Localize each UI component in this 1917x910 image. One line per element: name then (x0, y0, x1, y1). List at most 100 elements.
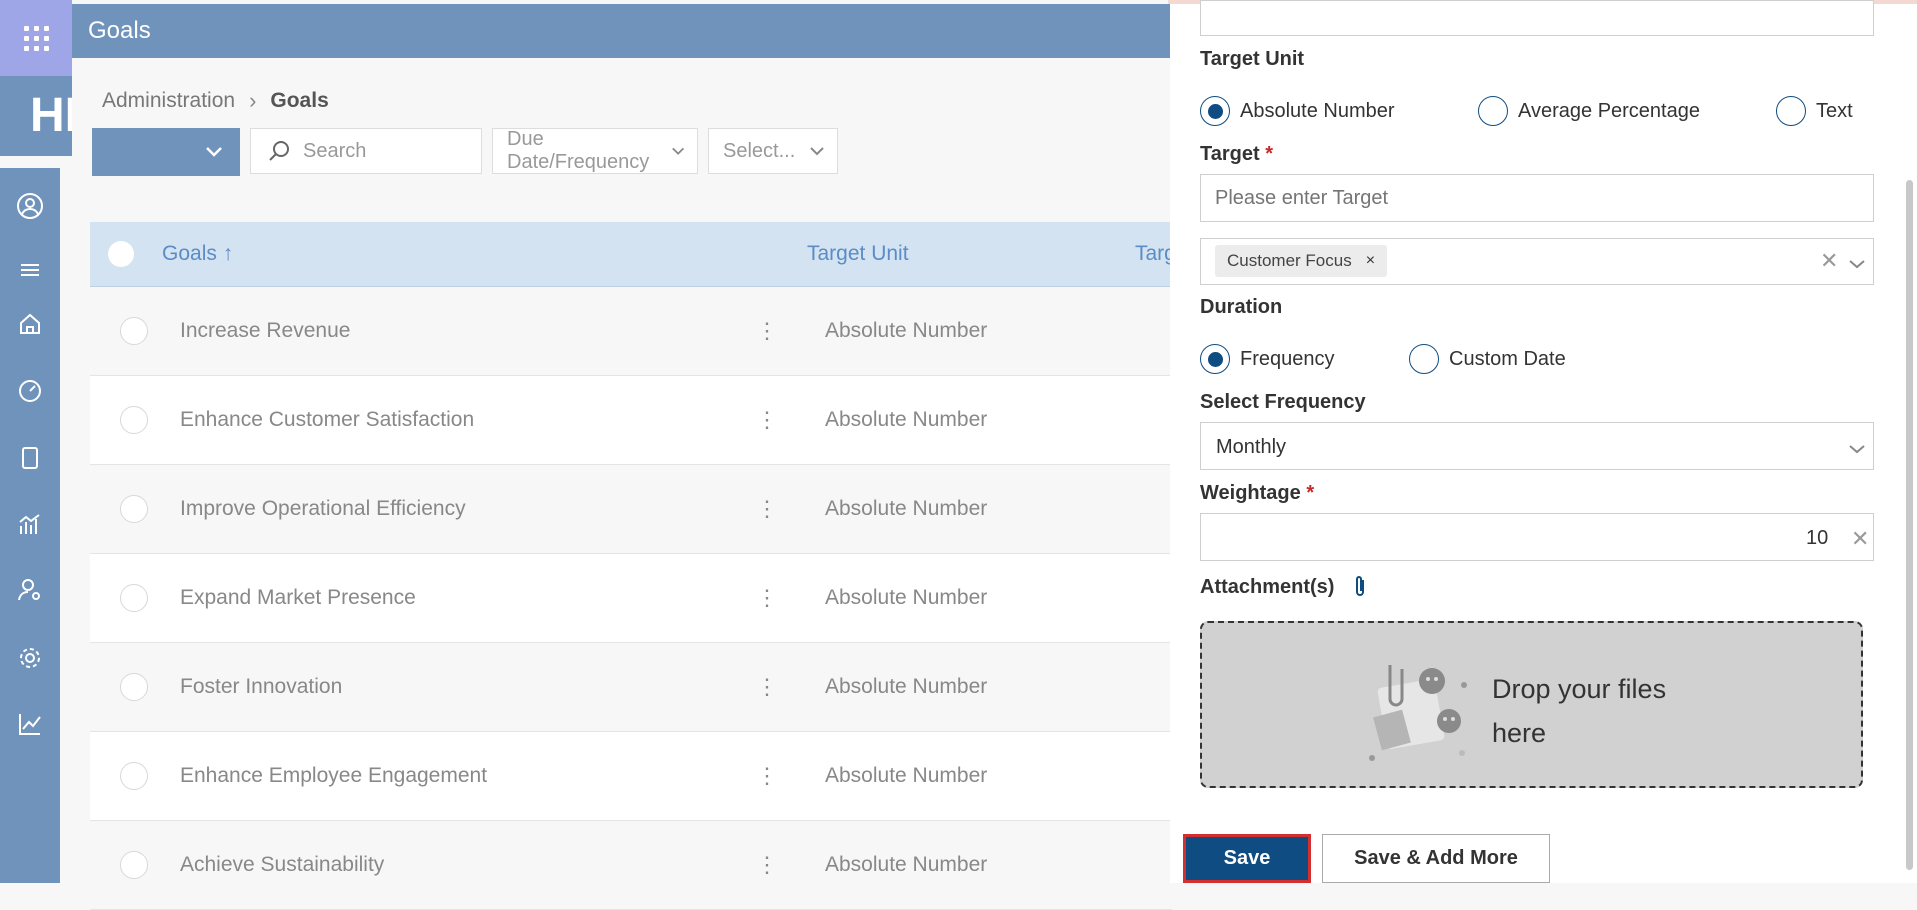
more-options-icon[interactable]: ⋮ (756, 763, 778, 789)
tag-chip-label: Customer Focus (1227, 251, 1352, 270)
clear-weightage-icon[interactable]: ✕ (1851, 526, 1869, 552)
radio-custom-date-label[interactable]: Custom Date (1449, 348, 1566, 371)
breadcrumb-goals: Goals (270, 89, 329, 112)
save-and-add-more-button[interactable]: Save & Add More (1322, 834, 1550, 883)
table-row[interactable]: Enhance Customer Satisfaction ⋮ Absolute… (90, 376, 1172, 465)
radio-average-percentage[interactable] (1478, 96, 1508, 126)
trend-chart-icon[interactable] (12, 706, 48, 742)
goal-target-unit: Absolute Number (825, 408, 988, 431)
radio-frequency-label[interactable]: Frequency (1240, 348, 1335, 371)
due-date-frequency-filter-label: Due Date/Frequency (507, 128, 650, 173)
menu-icon[interactable] (12, 252, 48, 288)
file-dropzone[interactable]: Drop your files here (1200, 621, 1863, 788)
upload-illustration (1369, 665, 1467, 761)
radio-text-label[interactable]: Text (1816, 100, 1853, 123)
weightage-value: 10 (1806, 527, 1829, 549)
frequency-select-value: Monthly (1216, 436, 1287, 458)
more-options-icon[interactable]: ⋮ (756, 318, 778, 344)
chevron-down-icon[interactable] (1848, 256, 1866, 274)
radio-selected-dot (1207, 103, 1223, 119)
table-row[interactable]: Increase Revenue ⋮ Absolute Number (90, 287, 1172, 376)
analytics-icon[interactable] (12, 506, 48, 542)
attachments-label: Attachment(s) (1200, 576, 1335, 598)
goal-name: Enhance Customer Satisfaction (180, 408, 475, 431)
goal-target-unit: Absolute Number (825, 764, 988, 787)
required-mark: * (1306, 482, 1315, 504)
column-header-target-unit[interactable]: Target Unit (807, 242, 909, 266)
more-options-icon[interactable]: ⋮ (756, 674, 778, 700)
frequency-select[interactable] (1200, 422, 1874, 470)
more-options-icon[interactable]: ⋮ (756, 496, 778, 522)
radio-custom-date[interactable] (1409, 344, 1439, 374)
nav-rail (0, 168, 60, 883)
table-row[interactable]: Enhance Employee Engagement ⋮ Absolute N… (90, 732, 1172, 821)
more-options-icon[interactable]: ⋮ (756, 852, 778, 878)
table-row[interactable]: Achieve Sustainability ⋮ Absolute Number (90, 821, 1172, 910)
radio-average-percentage-label[interactable]: Average Percentage (1518, 100, 1700, 123)
weightage-input[interactable] (1200, 513, 1874, 561)
goal-target-unit: Absolute Number (825, 675, 988, 698)
target-input[interactable] (1200, 174, 1874, 222)
radio-frequency[interactable] (1200, 344, 1230, 374)
row-checkbox[interactable] (120, 673, 148, 701)
panel-scrollbar[interactable] (1906, 180, 1913, 870)
table-row[interactable]: Foster Innovation ⋮ Absolute Number (90, 643, 1172, 732)
table-row[interactable]: Improve Operational Efficiency ⋮ Absolut… (90, 465, 1172, 554)
row-checkbox[interactable] (120, 762, 148, 790)
select-all-checkbox[interactable] (108, 241, 134, 267)
clear-tags-icon[interactable]: ✕ (1820, 248, 1838, 274)
required-mark: * (1265, 143, 1273, 165)
chevron-down-icon (1848, 441, 1866, 459)
app-launcher-button[interactable] (0, 0, 72, 76)
radio-text[interactable] (1776, 96, 1806, 126)
remove-tag-icon[interactable]: × (1366, 252, 1375, 270)
app-grid-icon (23, 25, 49, 51)
row-checkbox[interactable] (120, 851, 148, 879)
goals-table: Goals ↑ Target Unit Targ Increase Revenu… (90, 222, 1176, 910)
action-dropdown-button[interactable] (92, 128, 240, 176)
settings-gear-icon[interactable] (12, 640, 48, 676)
table-header: Goals ↑ Target Unit Targ (90, 222, 1176, 287)
chevron-right-icon: › (249, 88, 257, 113)
goal-target-unit: Absolute Number (825, 853, 988, 876)
more-options-icon[interactable]: ⋮ (756, 407, 778, 433)
weightage-label-text: Weightage (1200, 482, 1301, 504)
due-date-frequency-filter[interactable]: Due Date/Frequency (492, 128, 698, 174)
chevron-down-icon (671, 147, 684, 155)
goals-list-area: Administration › Goals Due Date/Frequenc… (72, 58, 1176, 910)
goal-name: Improve Operational Efficiency (180, 497, 466, 520)
radio-absolute-number[interactable] (1200, 96, 1230, 126)
document-icon[interactable] (12, 440, 48, 476)
row-checkbox[interactable] (120, 584, 148, 612)
row-checkbox[interactable] (120, 406, 148, 434)
user-settings-icon[interactable] (12, 572, 48, 608)
duration-label: Duration (1200, 296, 1283, 318)
radio-absolute-number-label[interactable]: Absolute Number (1240, 100, 1395, 123)
app-header: Goals (72, 4, 1172, 58)
breadcrumb-administration[interactable]: Administration (102, 89, 235, 113)
select-frequency-label: Select Frequency (1200, 391, 1366, 413)
goal-name: Expand Market Presence (180, 586, 416, 609)
previous-field-input[interactable] (1200, 0, 1874, 36)
target-label: Target * (1200, 143, 1273, 166)
target-unit-label: Target Unit (1200, 48, 1305, 70)
row-checkbox[interactable] (120, 317, 148, 345)
table-row[interactable]: Expand Market Presence ⋮ Absolute Number (90, 554, 1172, 643)
goal-target-unit: Absolute Number (825, 586, 988, 609)
goal-name: Achieve Sustainability (180, 853, 385, 876)
dashboard-gauge-icon[interactable] (12, 373, 48, 409)
profile-icon[interactable] (12, 188, 48, 224)
search-input[interactable] (301, 138, 465, 164)
save-button[interactable]: Save (1183, 834, 1311, 883)
toolbar: Due Date/Frequency Select... (92, 128, 838, 176)
chevron-down-icon (810, 147, 824, 156)
radio-selected-dot (1207, 351, 1223, 367)
row-checkbox[interactable] (120, 495, 148, 523)
select-filter[interactable]: Select... (708, 128, 838, 174)
paperclip-icon[interactable] (1352, 574, 1368, 605)
column-header-goals[interactable]: Goals ↑ (162, 242, 233, 266)
home-icon[interactable] (12, 306, 48, 342)
search-box[interactable] (250, 128, 482, 174)
brand-logo-text: HI (30, 89, 72, 142)
more-options-icon[interactable]: ⋮ (756, 585, 778, 611)
